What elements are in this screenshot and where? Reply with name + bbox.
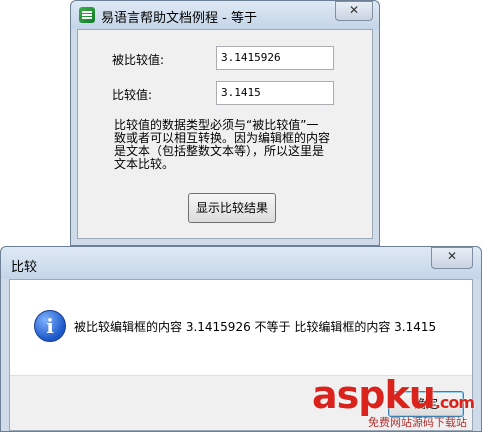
compared-value-label: 被比较值: — [112, 53, 165, 67]
note-line: 文本比较。 — [114, 157, 175, 171]
main-window-title: 易语言帮助文档例程 - 等于 — [101, 11, 257, 26]
compare-value-input[interactable]: 3.1415 — [216, 81, 334, 105]
watermark-subtitle: 免费网站源码下载站 — [368, 416, 467, 429]
main-client-area: 被比较值: 3.1415926 比较值: 3.1415 比较值的数据类型必须与“… — [77, 29, 373, 239]
main-close-icon[interactable]: ✕ — [335, 1, 373, 21]
message-title-bar[interactable]: 比较 ✕ — [1, 247, 481, 279]
app-icon — [79, 7, 95, 23]
show-result-button[interactable]: 显示比较结果 — [188, 193, 276, 223]
explanation-note: 比较值的数据类型必须与“被比较值”一 致或者可以相互转换。因为编辑框的内容 是文… — [114, 119, 334, 171]
message-box-title: 比较 — [11, 260, 38, 275]
message-close-icon[interactable]: ✕ — [431, 247, 473, 269]
info-icon: i — [34, 310, 66, 342]
watermark-tld: .com — [434, 393, 475, 412]
message-text: 被比较编辑框的内容 3.1415926 不等于 比较编辑框的内容 3.1415 — [74, 320, 437, 334]
watermark-logo-text: aspku — [312, 373, 436, 417]
compare-value-label: 比较值: — [112, 88, 153, 102]
compared-value-input[interactable]: 3.1415926 — [216, 46, 334, 70]
main-title-bar[interactable]: 易语言帮助文档例程 - 等于 ✕ — [71, 1, 379, 29]
main-window: 易语言帮助文档例程 - 等于 ✕ 被比较值: 3.1415926 比较值: 3.… — [70, 0, 380, 246]
